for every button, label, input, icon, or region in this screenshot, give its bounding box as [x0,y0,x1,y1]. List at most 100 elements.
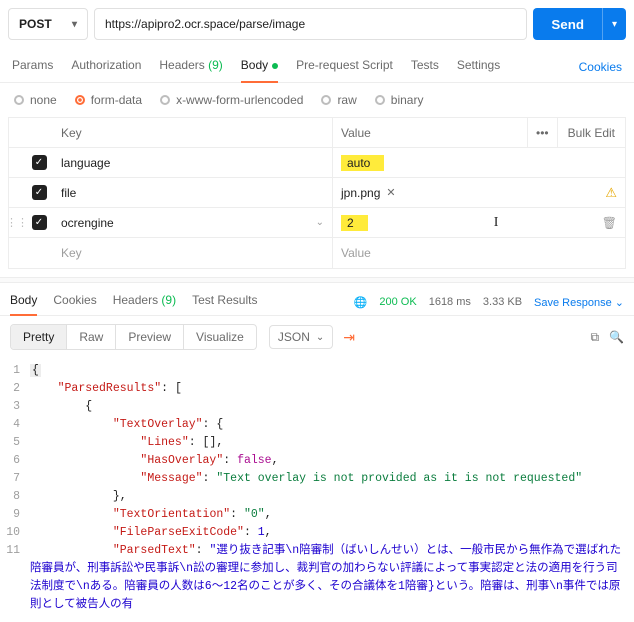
line-number: 6 [0,452,30,470]
resp-tab-testresults[interactable]: Test Results [192,289,257,315]
url-value: https://apipro2.ocr.space/parse/image [105,17,305,31]
tab-headers[interactable]: Headers (9) [159,52,222,82]
send-dropdown-button[interactable]: ▾ [602,8,626,40]
code-text: { [30,398,634,416]
http-method-select[interactable]: POST ▾ [8,8,88,40]
key-cell[interactable]: language [53,148,333,177]
radio-icon [375,95,385,105]
code-line: 7 "Message": "Text overlay is not provid… [0,470,634,488]
row-checkbox[interactable]: ✓ [32,215,47,230]
resp-tab-headers[interactable]: Headers (9) [113,289,176,315]
request-tabs: Params Authorization Headers (9) Body Pr… [0,48,634,83]
send-button[interactable]: Send [533,8,602,40]
code-text: "HasOverlay": false, [30,452,634,470]
chevron-down-icon: ⌄ [615,297,624,309]
code-text: "FileParseExitCode": 1, [30,524,634,542]
code-line: 10 "FileParseExitCode": 1, [0,524,634,542]
format-select[interactable]: JSON ⌄ [269,325,333,349]
drag-handle-icon[interactable]: ⋮⋮ [9,208,25,237]
response-body-viewer[interactable]: 1{2 "ParsedResults": [3 {4 "TextOverlay"… [0,358,634,622]
key-input-placeholder[interactable]: Key [53,238,333,268]
tab-authorization[interactable]: Authorization [71,52,141,82]
chevron-down-icon: ▾ [72,19,77,30]
status-code: 200 OK [379,296,416,308]
text-cursor-icon: I [494,215,499,231]
code-text: "Message": "Text overlay is not provided… [30,470,634,488]
resp-tab-body[interactable]: Body [10,289,37,315]
key-cell[interactable]: ocrengine ⌄ [53,208,333,237]
remove-file-icon[interactable]: ✕ [386,186,395,199]
bulk-edit-button[interactable]: Bulk Edit [557,118,625,147]
table-row: ✓ file jpn.png ✕ ⚠ [9,178,625,208]
response-tabs: Body Cookies Headers (9) Test Results 🌐 … [0,283,634,316]
copy-icon[interactable]: ⧉ [590,330,599,345]
code-line: 9 "TextOrientation": "0", [0,506,634,524]
code-line: 2 "ParsedResults": [ [0,380,634,398]
radio-raw[interactable]: raw [321,93,356,107]
viewmode-visualize[interactable]: Visualize [184,325,256,349]
chevron-down-icon: ⌄ [316,332,324,343]
table-row: ✓ language auto [9,148,625,178]
tab-tests[interactable]: Tests [411,52,439,82]
radio-form-data[interactable]: form-data [75,93,142,107]
viewmode-pretty[interactable]: Pretty [11,325,67,349]
viewmode-preview[interactable]: Preview [116,325,184,349]
value-input-placeholder[interactable]: Value [333,238,625,268]
viewmode-raw[interactable]: Raw [67,325,116,349]
warning-icon: ⚠ [605,185,617,201]
radio-icon [160,95,170,105]
code-line: 1{ [0,362,634,380]
chevron-down-icon[interactable]: ⌄ [316,217,324,228]
row-checkbox[interactable]: ✓ [32,185,47,200]
body-type-radios: none form-data x-www-form-urlencoded raw… [0,83,634,117]
row-checkbox[interactable]: ✓ [32,155,47,170]
code-text: "ParsedText": "選り抜き記事\n陪審制（ばいしんせい）とは、一般市… [30,542,634,614]
cookies-link[interactable]: Cookies [579,60,622,74]
save-response-button[interactable]: Save Response ⌄ [534,296,624,309]
value-cell[interactable]: auto [333,148,625,177]
line-number: 11 [0,542,30,614]
code-text: }, [30,488,634,506]
code-text: "TextOverlay": { [30,416,634,434]
column-options-button[interactable]: ••• [527,118,557,147]
line-number: 7 [0,470,30,488]
wrap-lines-icon[interactable]: ⇥ [343,329,355,346]
value-cell[interactable]: jpn.png ✕ ⚠ [333,178,625,207]
code-line: 11 "ParsedText": "選り抜き記事\n陪審制（ばいしんせい）とは、… [0,542,634,614]
radio-none[interactable]: none [14,93,57,107]
radio-icon [321,95,331,105]
line-number: 2 [0,380,30,398]
resp-tab-cookies[interactable]: Cookies [53,289,96,315]
line-number: 8 [0,488,30,506]
code-line: 4 "TextOverlay": { [0,416,634,434]
code-text: "TextOrientation": "0", [30,506,634,524]
form-data-table: Key Value ••• Bulk Edit ✓ language auto … [8,117,626,269]
modified-dot-icon [272,63,278,69]
tab-settings[interactable]: Settings [457,52,500,82]
code-line: 3 { [0,398,634,416]
url-input[interactable]: https://apipro2.ocr.space/parse/image [94,8,527,40]
code-line: 6 "HasOverlay": false, [0,452,634,470]
value-cell[interactable]: 2 I 🗑 [333,208,625,237]
tab-params[interactable]: Params [12,52,53,82]
tab-body[interactable]: Body [241,52,278,82]
status-time: 1618 ms [429,296,471,308]
table-row-empty: Key Value [9,238,625,268]
line-number: 5 [0,434,30,452]
key-cell[interactable]: file [53,178,333,207]
radio-urlencoded[interactable]: x-www-form-urlencoded [160,93,303,107]
tab-prerequest[interactable]: Pre-request Script [296,52,393,82]
code-text: { [30,362,634,380]
table-row: ⋮⋮ ✓ ocrengine ⌄ 2 I 🗑 [9,208,625,238]
code-text: "Lines": [], [30,434,634,452]
column-header-value: Value [333,118,527,147]
delete-row-icon[interactable]: 🗑 [602,216,617,230]
http-method-label: POST [19,17,52,31]
search-icon[interactable]: 🔍 [609,330,624,345]
line-number: 10 [0,524,30,542]
line-number: 1 [0,362,30,380]
radio-binary[interactable]: binary [375,93,424,107]
line-number: 4 [0,416,30,434]
column-header-key: Key [53,118,333,147]
code-line: 5 "Lines": [], [0,434,634,452]
